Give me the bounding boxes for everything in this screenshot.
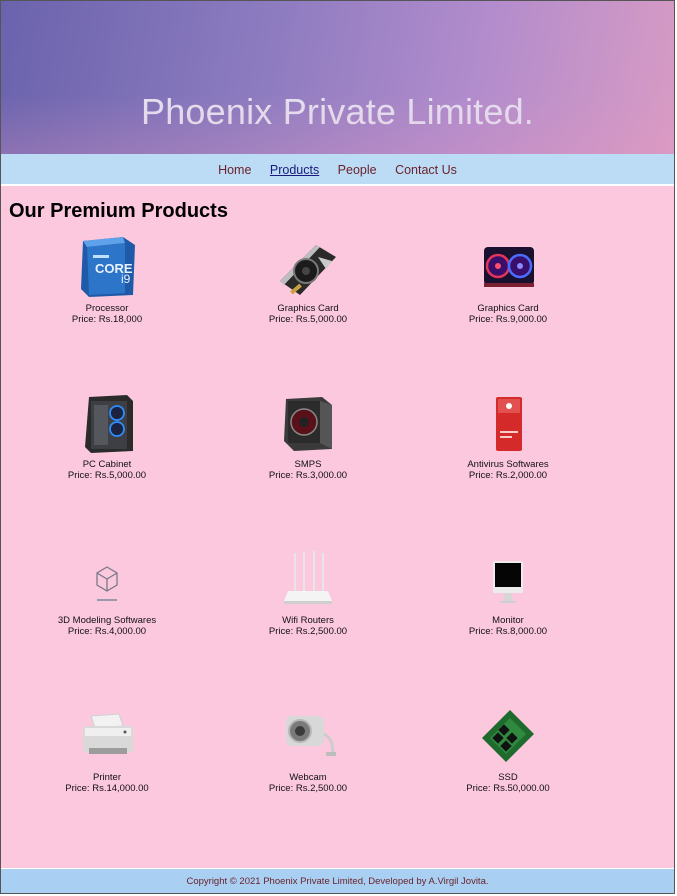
product-name: Printer bbox=[93, 772, 121, 783]
product-price: Price: Rs.3,000.00 bbox=[268, 470, 348, 481]
product-price: Price: Rs.4,000.00 bbox=[67, 626, 147, 637]
product-card[interactable]: SSD Price: Rs.50,000.00 bbox=[408, 704, 608, 794]
product-price: Price: Rs.2,000.00 bbox=[468, 470, 548, 481]
product-price: Price: Rs.9,000.00 bbox=[468, 314, 548, 325]
product-card[interactable]: Graphics Card Price: Rs.5,000.00 bbox=[208, 235, 408, 325]
product-name: Processor bbox=[85, 303, 129, 314]
wifi-router-image bbox=[276, 547, 340, 611]
antivirus-image bbox=[476, 391, 540, 455]
product-price: Price: Rs.50,000.00 bbox=[466, 783, 550, 794]
printer-image bbox=[75, 704, 139, 768]
graphics-card-image bbox=[276, 235, 340, 299]
product-price: Price: Rs.8,000.00 bbox=[468, 626, 548, 637]
3d-modeling-image bbox=[75, 547, 139, 611]
nav-home[interactable]: Home bbox=[218, 154, 251, 186]
product-card[interactable]: PC Cabinet Price: Rs.5,000.00 bbox=[7, 391, 207, 481]
copyright-text: Copyright © 2021 Phoenix Private Limited… bbox=[186, 876, 489, 887]
page-frame: Phoenix Private Limited. Home Products P… bbox=[0, 0, 675, 894]
product-name: Graphics Card bbox=[277, 303, 339, 314]
product-card[interactable]: CORE i9 Processor Price: Rs.18,000 bbox=[7, 235, 207, 325]
product-card[interactable]: Webcam Price: Rs.2,500.00 bbox=[208, 704, 408, 794]
product-card[interactable]: SMPS Price: Rs.3,000.00 bbox=[208, 391, 408, 481]
product-name: PC Cabinet bbox=[82, 459, 132, 470]
graphics-card-rgb-image bbox=[476, 235, 540, 299]
product-name: Antivirus Softwares bbox=[467, 459, 549, 470]
ssd-image bbox=[476, 704, 540, 768]
product-name: SMPS bbox=[294, 459, 322, 470]
product-price: Price: Rs.2,500.00 bbox=[268, 626, 348, 637]
main-nav: Home Products People Contact Us bbox=[1, 154, 674, 186]
product-card[interactable]: Wifi Routers Price: Rs.2,500.00 bbox=[208, 547, 408, 637]
product-name: Monitor bbox=[492, 615, 524, 626]
product-card[interactable]: Graphics Card Price: Rs.9,000.00 bbox=[408, 235, 608, 325]
product-price: Price: Rs.18,000 bbox=[71, 314, 143, 325]
hero-banner: Phoenix Private Limited. bbox=[1, 1, 674, 154]
product-price: Price: Rs.14,000.00 bbox=[65, 783, 149, 794]
section-title: Our Premium Products bbox=[9, 200, 228, 222]
site-footer: Copyright © 2021 Phoenix Private Limited… bbox=[1, 868, 674, 893]
pc-cabinet-image bbox=[75, 391, 139, 455]
product-name: Wifi Routers bbox=[282, 615, 334, 626]
product-price: Price: Rs.5,000.00 bbox=[268, 314, 348, 325]
product-price: Price: Rs.5,000.00 bbox=[67, 470, 147, 481]
monitor-image bbox=[476, 547, 540, 611]
nav-people[interactable]: People bbox=[338, 154, 377, 186]
nav-contact-us[interactable]: Contact Us bbox=[395, 154, 457, 186]
site-title: Phoenix Private Limited. bbox=[141, 91, 534, 132]
product-name: 3D Modeling Softwares bbox=[57, 615, 157, 626]
product-price: Price: Rs.2,500.00 bbox=[268, 783, 348, 794]
product-card[interactable]: 3D Modeling Softwares Price: Rs.4,000.00 bbox=[7, 547, 207, 637]
product-card[interactable]: Printer Price: Rs.14,000.00 bbox=[7, 704, 207, 794]
webcam-image bbox=[276, 704, 340, 768]
nav-products[interactable]: Products bbox=[270, 154, 319, 186]
product-name: Graphics Card bbox=[477, 303, 539, 314]
product-card[interactable]: Monitor Price: Rs.8,000.00 bbox=[408, 547, 608, 637]
product-name: SSD bbox=[498, 772, 518, 783]
product-name: Webcam bbox=[289, 772, 327, 783]
product-card[interactable]: Antivirus Softwares Price: Rs.2,000.00 bbox=[408, 391, 608, 481]
smps-image bbox=[276, 391, 340, 455]
svg-text:i9: i9 bbox=[121, 272, 131, 286]
processor-image: CORE i9 bbox=[75, 235, 139, 299]
